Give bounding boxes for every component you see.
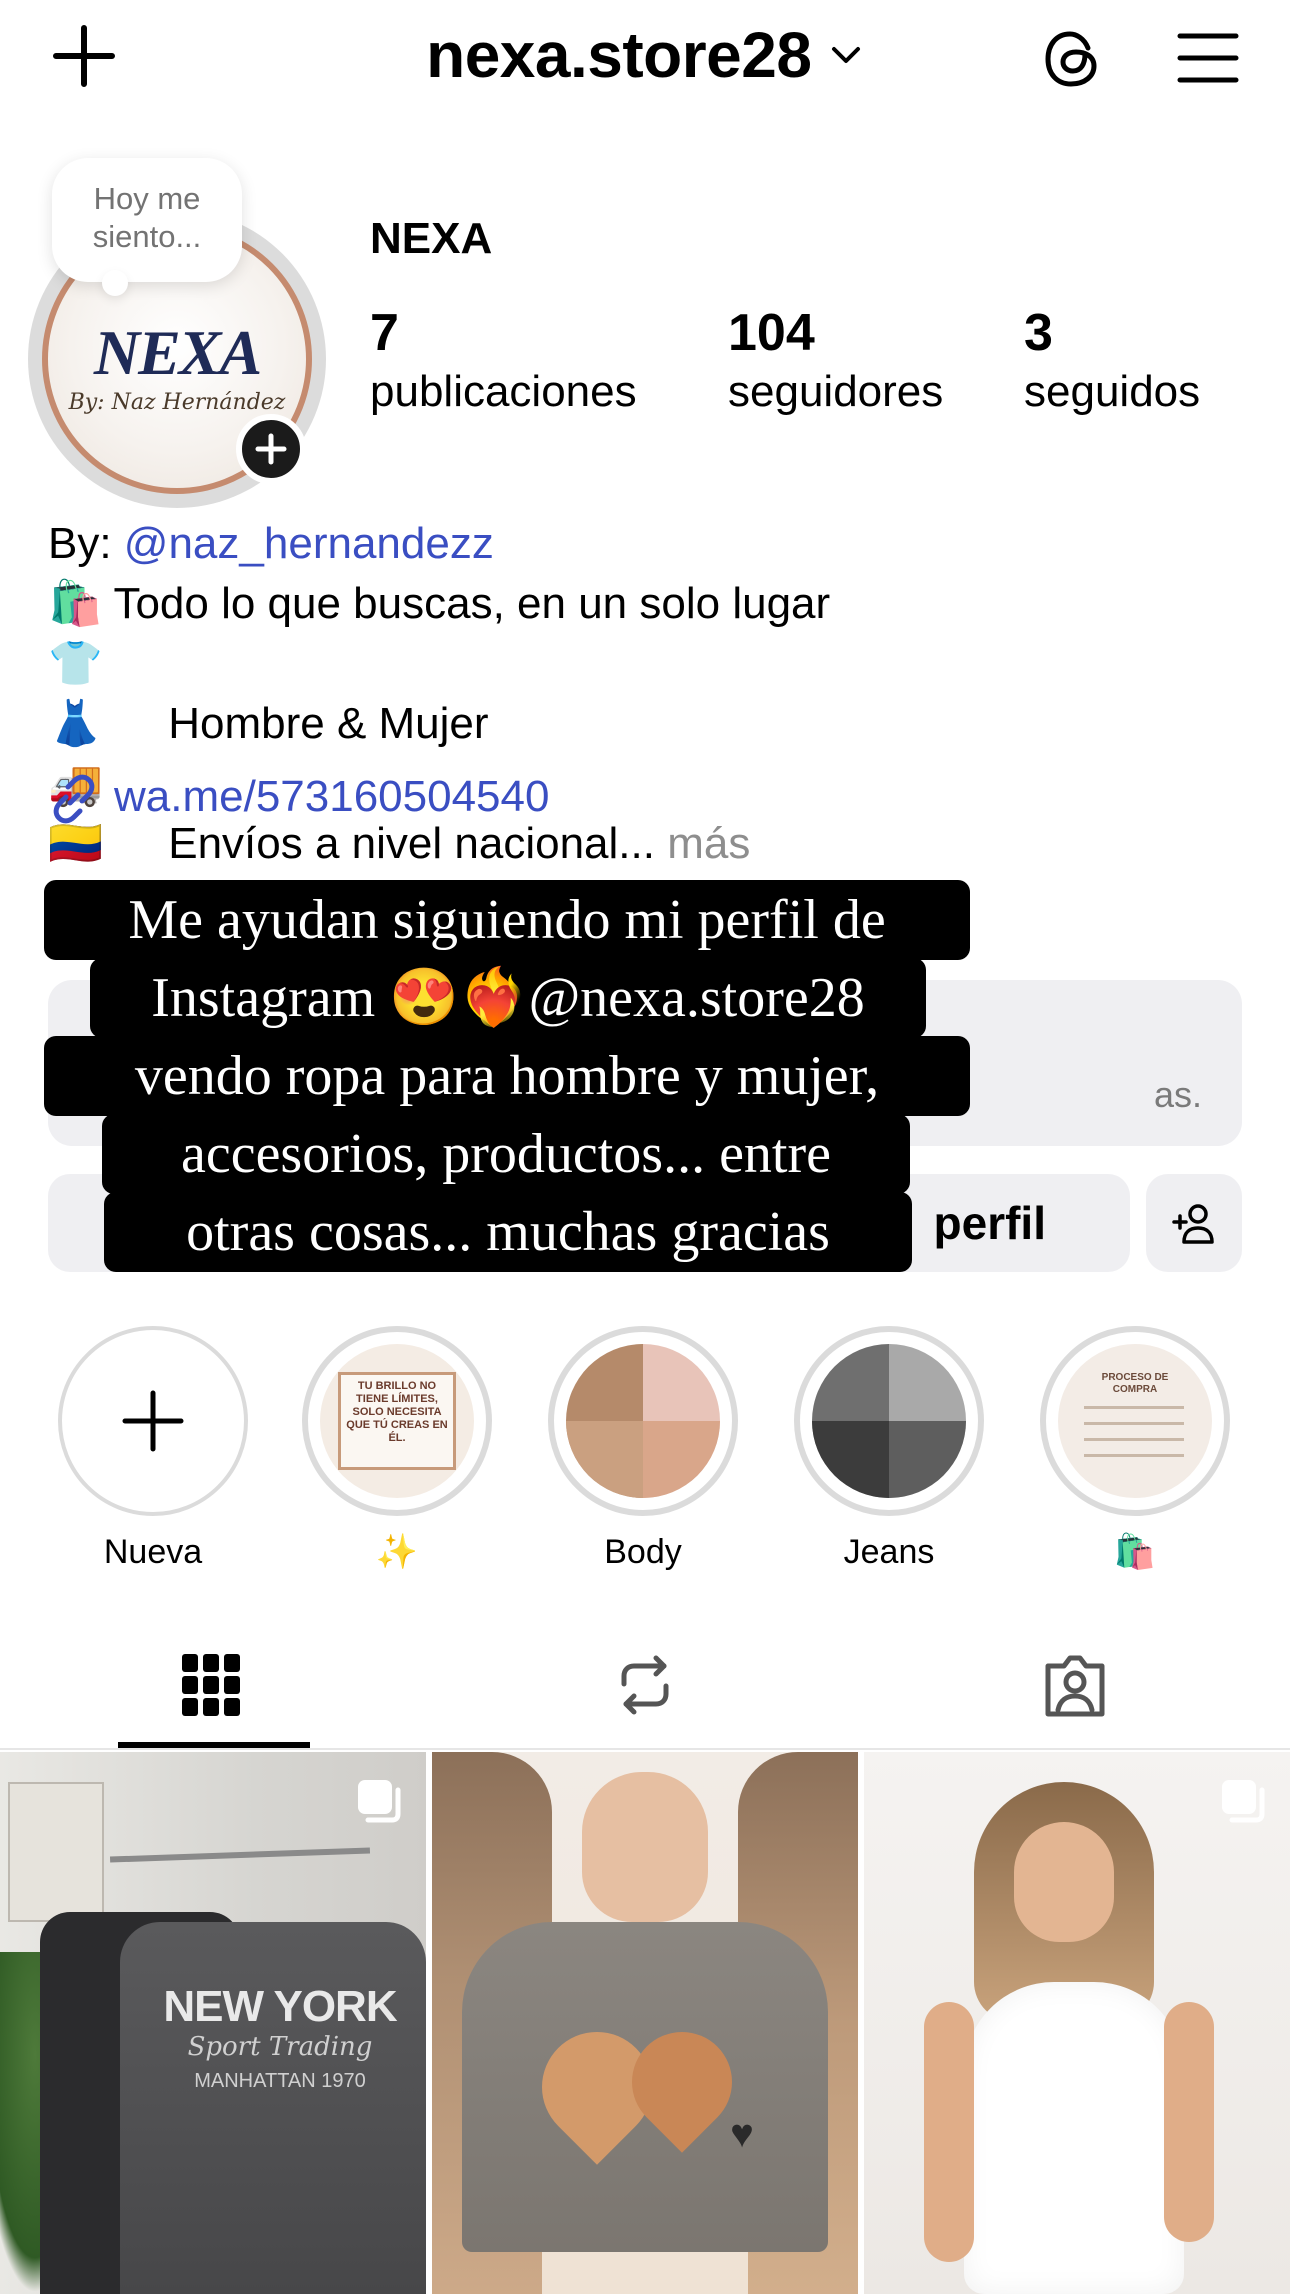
multiple-photos-icon (1222, 1780, 1265, 1823)
clothing-emoji: 👕👗 (48, 639, 103, 748)
avatar-logo-text: NEXA (93, 317, 262, 388)
link-icon (53, 775, 95, 824)
add-person-icon (1172, 1204, 1214, 1244)
highlight-cover: PROCESO DE COMPRA (1058, 1344, 1212, 1498)
more-link[interactable]: más (667, 819, 750, 868)
profile-tabs (0, 1630, 1290, 1750)
shopping-bags-emoji: 🛍️ (48, 579, 103, 628)
highlight-new[interactable]: Nueva (58, 1326, 248, 1574)
note-bubble[interactable]: Hoy me siento... (52, 158, 242, 296)
following-label: seguidos (1024, 367, 1201, 416)
highlight-jeans[interactable]: Jeans (794, 1326, 984, 1574)
top-bar: nexa.store28 (0, 0, 1290, 120)
highlight-cover-text: PROCESO DE COMPRA (1101, 1372, 1169, 1395)
add-story-button[interactable] (236, 414, 306, 484)
bio-text-4: Envíos a nivel nacional... (168, 819, 655, 868)
highlight-body[interactable]: Body (548, 1326, 738, 1574)
hamburger-menu-icon[interactable] (1176, 30, 1240, 86)
followers-count: 104 (728, 304, 815, 362)
bio-text-2: Todo lo que buscas, en un solo lugar (113, 579, 831, 628)
repost-icon (621, 1655, 669, 1715)
tab-divider (0, 1748, 1290, 1750)
highlight-label: 🛍️ (1113, 1533, 1157, 1571)
bio-line-3: 👕👗 Hombre & Mujer (48, 634, 1248, 754)
highlight-label: Nueva (103, 1533, 203, 1571)
website-link[interactable]: wa.me/573160504540 (48, 772, 549, 825)
threads-icon[interactable] (1040, 26, 1106, 92)
highlight-label: ✨ (375, 1533, 419, 1571)
following-count: 3 (1024, 304, 1053, 362)
overlay-line-5: otras cosas... muchas gracias (104, 1192, 912, 1272)
tab-tagged[interactable] (860, 1630, 1290, 1750)
shirt-print-subtext-2: MANHATTAN 1970 (194, 2070, 366, 2092)
profile-page: nexa.store28 NEXA By: Naz Hernández Hoy … (0, 0, 1290, 2294)
bio-mention-link[interactable]: @naz_hernandezz (124, 519, 494, 568)
website-link-text[interactable]: wa.me/573160504540 (114, 772, 549, 821)
bio-line-2: 🛍️ Todo lo que buscas, en un solo lugar (48, 574, 1248, 634)
post-thumbnail[interactable]: ♥ (432, 1752, 858, 2294)
tab-posts-grid[interactable] (0, 1630, 430, 1750)
display-name: NEXA (370, 214, 493, 263)
followers-label: seguidores (728, 367, 944, 416)
discover-people-button[interactable] (1146, 1174, 1242, 1272)
chevron-down-icon[interactable] (828, 37, 864, 73)
username-title[interactable]: nexa.store28 (426, 18, 812, 92)
highlight-label: Jeans (843, 1533, 935, 1571)
post-thumbnail[interactable] (864, 1752, 1290, 2294)
multiple-photos-icon (358, 1780, 401, 1823)
highlight-ring (794, 1326, 984, 1516)
highlight-cover (566, 1344, 720, 1498)
highlight-sparkles[interactable]: TU BRILLO NO TIENE LÍMITES, SOLO NECESIT… (302, 1326, 492, 1574)
bio-line-1: By: @naz_hernandezz (48, 514, 1248, 574)
highlight-label: Body (604, 1533, 682, 1571)
tab-reposts[interactable] (430, 1630, 860, 1750)
following-stat[interactable]: 3 seguidos (1024, 302, 1200, 420)
grid-icon (182, 1654, 240, 1716)
bio-text-3: Hombre & Mujer (168, 699, 489, 748)
highlight-cover (812, 1344, 966, 1498)
avatar-logo-subtext: By: Naz Hernández (68, 390, 286, 415)
tagged-person-icon (1045, 1655, 1105, 1717)
bio-prefix: By: (48, 519, 124, 568)
overlay-line-2: Instagram 😍❤️‍🔥@nexa.store28 (90, 958, 926, 1038)
pro-card-hint: as. (1153, 1074, 1202, 1115)
highlight-ring: PROCESO DE COMPRA (1040, 1326, 1230, 1516)
highlight-cover: TU BRILLO NO TIENE LÍMITES, SOLO NECESIT… (320, 1344, 474, 1498)
highlight-shopping[interactable]: PROCESO DE COMPRA 🛍️ (1040, 1326, 1230, 1574)
highlight-new-ring (58, 1326, 248, 1516)
overlay-line-4: accesorios, productos... entre (102, 1114, 910, 1194)
post-thumbnail[interactable]: NEW YORK Sport Trading MANHATTAN 1970 (0, 1752, 426, 2294)
posts-stat[interactable]: 7 publicaciones (370, 302, 637, 420)
followers-stat[interactable]: 104 seguidores (728, 302, 943, 420)
shirt-heart-print: ♥ (730, 2112, 754, 2156)
shirt-print-text: NEW YORK (163, 1982, 397, 2031)
highlight-ring: TU BRILLO NO TIENE LÍMITES, SOLO NECESIT… (302, 1326, 492, 1516)
posts-count: 7 (370, 304, 399, 362)
highlight-ring (548, 1326, 738, 1516)
plus-icon (255, 433, 287, 465)
plus-icon (122, 1390, 184, 1452)
highlight-cover-text: TU BRILLO NO TIENE LÍMITES, SOLO NECESIT… (346, 1380, 448, 1444)
overlay-line-3: vendo ropa para hombre y mujer, (44, 1036, 970, 1116)
share-profile-label: perfil (933, 1197, 1046, 1249)
overlay-line-1: Me ayudan siguiendo mi perfil de (44, 880, 970, 960)
posts-label: publicaciones (370, 367, 637, 416)
shirt-print-subtext: Sport Trading (187, 2032, 373, 2062)
